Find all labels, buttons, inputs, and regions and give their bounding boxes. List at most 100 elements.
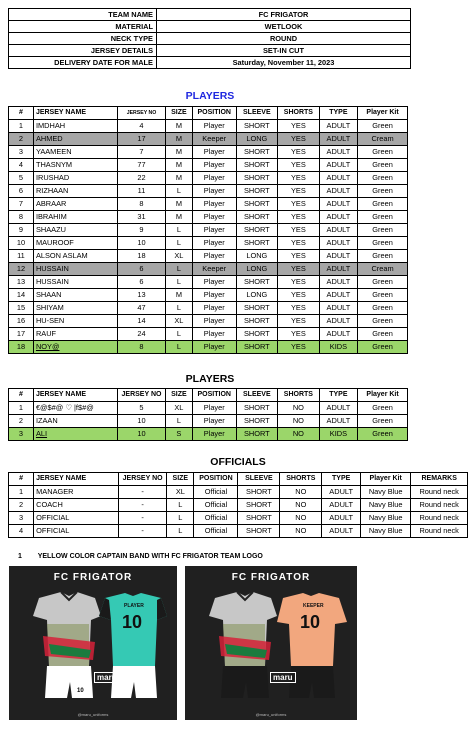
table-cell: ADULT — [318, 275, 359, 289]
cell-text: RIZHAAN — [35, 186, 69, 195]
table-cell: 13 — [117, 288, 166, 302]
cell-text: Player — [203, 342, 225, 351]
table-cell: L — [164, 414, 193, 428]
table-cell: Player — [191, 197, 237, 211]
table-cell: Green — [357, 184, 408, 198]
table-cell: Player — [191, 340, 237, 354]
table-row: 11 ALSON ASLAM 18 XL Player LONG YES ADULT Green — [8, 249, 408, 263]
cell-text: Green — [372, 186, 393, 195]
table-cell: S — [164, 427, 193, 441]
table-cell: Player — [191, 427, 237, 441]
table-cell: Keeper — [191, 262, 237, 276]
cell-text: SHORT — [243, 416, 270, 425]
cell-text: 18 — [137, 251, 146, 260]
table-cell: NOY@ — [32, 340, 119, 354]
cell-text: YES — [290, 303, 306, 312]
cell-text: SHORT — [243, 199, 270, 208]
cell-text: 11 — [137, 186, 146, 195]
table-cell: NO — [277, 427, 320, 441]
column-header: # — [8, 388, 34, 402]
cell-text: Cream — [371, 134, 394, 143]
table-cell: Cream — [357, 132, 408, 146]
table-cell: ADULT — [318, 262, 359, 276]
cell-text: Green — [372, 199, 393, 208]
table-cell: Green — [357, 414, 408, 428]
column-header: JERSEY NAME — [32, 106, 119, 120]
cell-text: YES — [290, 121, 306, 130]
table-row: 3 OFFICIAL - L Official SHORT NO ADULT Navy Blue… — [7, 511, 468, 525]
table-cell: ADULT — [318, 249, 359, 263]
table-cell: SHORT — [237, 485, 281, 499]
cell-text: SHORT — [243, 186, 270, 195]
cell-text: 15 — [16, 303, 26, 312]
table-row: 9 SHAAZU 9 L Player SHORT YES ADULT Green — [8, 223, 408, 237]
column-header: SLEEVE — [235, 106, 279, 120]
players-2-table: # JERSEY NAME JERSEY NO SIZE POSITION SLEEVE S… — [8, 388, 408, 441]
table-cell: 1 — [8, 119, 34, 133]
table-cell: Player — [191, 414, 237, 428]
info-label: MATERIAL — [8, 20, 157, 33]
cell-text: SHORT — [243, 238, 270, 247]
table-cell: 4 — [117, 119, 166, 133]
table-row: 12 HUSSAIN 6 L Keeper LONG YES ADULT Cream — [8, 262, 408, 276]
column-header: JERSEY NO — [117, 388, 166, 402]
table-cell: 18 — [117, 249, 166, 263]
table-cell: SHORT — [235, 184, 279, 198]
note-number: 1 — [18, 553, 22, 560]
table-cell: SHORT — [235, 401, 279, 415]
cell-text: YES — [290, 277, 306, 286]
cell-text: YES — [290, 342, 306, 351]
cell-text: 4 — [139, 121, 144, 130]
cell-text: Green — [372, 416, 393, 425]
column-header: Player Kit — [360, 472, 412, 486]
cell-text: Navy Blue — [368, 513, 403, 522]
table-row: 3 YAAMEEN 7 M Player SHORT YES ADULT Green — [8, 145, 408, 159]
table-cell: IBRAHIM — [32, 210, 119, 224]
cell-text: 24 — [137, 329, 146, 338]
table-cell: 5 — [8, 171, 34, 185]
cell-text: Player — [203, 316, 225, 325]
table-row: 5 IRUSHAD 22 M Player SHORT YES ADULT Green — [8, 171, 408, 185]
table-cell: Navy Blue — [360, 511, 412, 525]
cell-text: SHORT — [243, 329, 270, 338]
cell-text: IZAAN — [35, 416, 58, 425]
column-header: # — [7, 472, 35, 486]
table-row: 4 OFFICIAL - L Official SHORT NO ADULT Navy Blue… — [7, 524, 468, 538]
table-cell: ADULT — [321, 511, 362, 525]
table-cell: L — [164, 327, 193, 341]
table-cell: ADULT — [318, 314, 359, 328]
cell-text: Player — [203, 186, 225, 195]
table-cell: Navy Blue — [360, 498, 412, 512]
cell-text: NO — [292, 416, 304, 425]
table-cell: YAAMEEN — [32, 145, 119, 159]
table-cell: XL — [164, 314, 193, 328]
table-cell: SHORT — [235, 210, 279, 224]
captain-band-note: 1 YELLOW COLOR CAPTAIN BAND WITH FC FRIG… — [18, 553, 263, 560]
table-cell: OFFICIAL — [33, 524, 120, 538]
cell-text: 2 — [18, 134, 24, 143]
table-cell: YES — [277, 210, 320, 224]
cell-text: XL — [174, 251, 184, 260]
table-cell: 2 — [8, 414, 34, 428]
cell-text: SHAAZU — [35, 225, 66, 234]
cell-text: Player — [203, 416, 225, 425]
cell-text: ADULT — [329, 526, 353, 535]
table-cell: M — [164, 171, 193, 185]
column-header: SIZE — [164, 106, 193, 120]
table-cell: YES — [277, 327, 320, 341]
cell-text: XL — [174, 316, 184, 325]
cell-text: 2 — [18, 416, 24, 425]
table-cell: OFFICIAL — [33, 511, 120, 525]
table-cell: 14 — [117, 314, 166, 328]
cell-text: SHORT — [243, 429, 270, 438]
table-cell: MANAGER — [33, 485, 120, 499]
table-cell: ADULT — [321, 485, 362, 499]
cell-text: L — [176, 238, 181, 247]
cell-text: Player — [203, 329, 225, 338]
table-cell: SHORT — [235, 427, 279, 441]
table-cell: NO — [279, 511, 323, 525]
table-cell: ADULT — [318, 301, 359, 315]
cell-text: 3 — [19, 513, 24, 522]
cell-text: 1 — [19, 487, 24, 496]
cell-text: YES — [290, 290, 306, 299]
